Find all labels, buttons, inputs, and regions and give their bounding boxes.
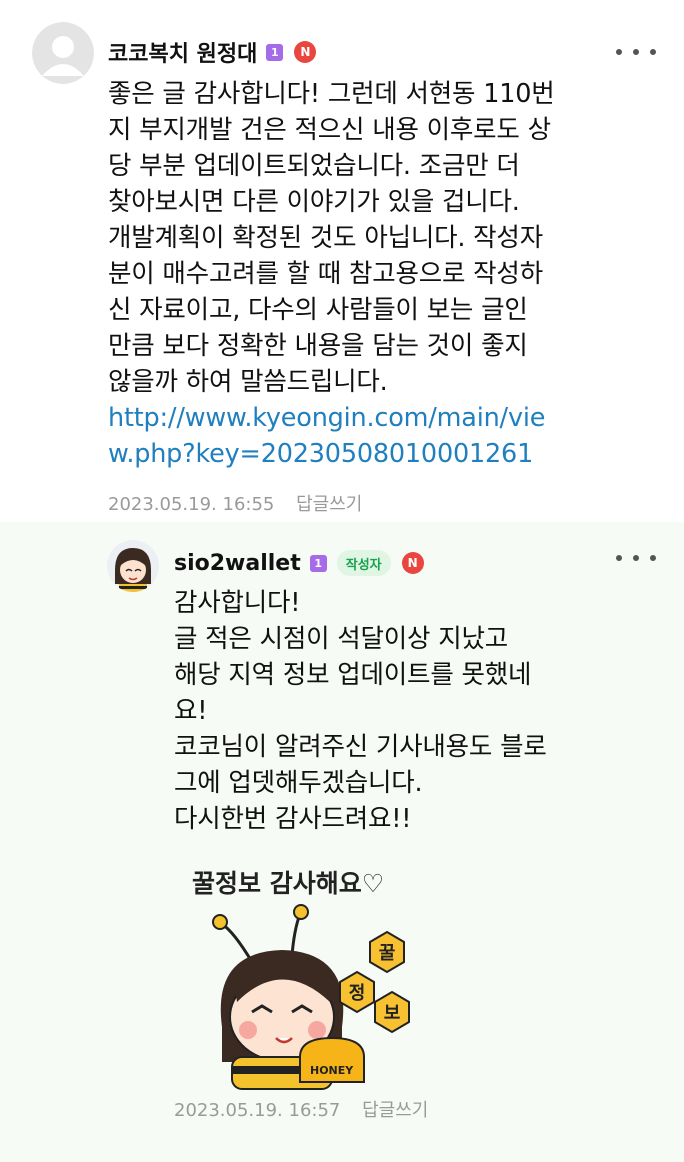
member-grade-badge: 1 xyxy=(309,554,327,572)
more-dots-icon xyxy=(616,49,622,55)
comment-text-line: 당 부분 업데이트되었습니다. 조금만 더 xyxy=(108,151,520,181)
reply-comment-item: sio2wallet 1 작성자 N 감사합니다! 글 적은 시점이 석달이상 … xyxy=(0,522,684,1162)
new-badge: N xyxy=(294,41,317,63)
comment-text-line: 글 적은 시점이 석달이상 지났고 xyxy=(174,624,509,654)
more-dots-icon xyxy=(633,555,639,561)
article-link[interactable]: http://www.kyeongin.com/main/vie xyxy=(108,400,668,436)
more-options-button[interactable] xyxy=(616,42,656,62)
comment-text-line: 그에 업뎃해두겠습니다. xyxy=(174,768,423,798)
comment-header: sio2wallet 1 작성자 N xyxy=(174,543,424,583)
more-dots-icon xyxy=(633,49,639,55)
more-dots-icon xyxy=(650,49,656,55)
bee-sticker-image: 꿀정보 감사해요♡ HONEY 꿀 정 보 xyxy=(192,869,410,1090)
comment-text-line: 코코님이 알려주신 기사내용도 블로 xyxy=(174,732,547,762)
comment-body: 감사합니다! 글 적은 시점이 석달이상 지났고 해당 지역 정보 업데이트를 … xyxy=(174,585,664,837)
comment-text-line: 만큼 보다 정확한 내용을 담는 것이 좋지 xyxy=(108,331,528,361)
reply-button[interactable]: 답글쓰기 xyxy=(362,1100,428,1121)
honey-pot-label: HONEY xyxy=(310,1064,354,1077)
comment-text-line: 감사합니다! xyxy=(174,588,301,618)
comment-text-line: 개발계획이 확정된 것도 아닙니다. 작성자 xyxy=(108,223,543,253)
author-nickname[interactable]: 코코복치 원정대 xyxy=(108,36,257,68)
new-badge: N xyxy=(401,552,424,574)
comment-meta: 2023.05.19. 16:57 답글쓰기 xyxy=(174,1096,428,1122)
sticker-caption: 꿀정보 감사해요♡ xyxy=(192,869,384,898)
honey-jar-char: 정 xyxy=(349,983,366,1004)
more-dots-icon xyxy=(650,555,656,561)
comment-text-line: 신 자료이고, 다수의 사람들이 보는 글인 xyxy=(108,295,528,325)
author-nickname[interactable]: sio2wallet xyxy=(174,551,301,576)
comment-item: 코코복치 원정대 1 N 좋은 글 감사합니다! 그런데 서현동 110번 지 … xyxy=(0,0,684,522)
comment-header: 코코복치 원정대 1 N xyxy=(108,32,317,72)
comment-text-line: 해당 지역 정보 업데이트를 못했네 xyxy=(174,660,532,690)
comment-text-line: 지 부지개발 건은 적으신 내용 이후로도 상 xyxy=(108,115,551,145)
writer-badge: 작성자 xyxy=(336,550,391,576)
bee-girl-avatar[interactable] xyxy=(107,540,159,592)
comment-body: 좋은 글 감사합니다! 그런데 서현동 110번 지 부지개발 건은 적으신 내… xyxy=(108,76,668,472)
comment-text-line: 요! xyxy=(174,696,208,726)
comment-text-line: 않을까 하여 말씀드립니다. xyxy=(108,367,388,397)
comment-meta: 2023.05.19. 16:55 답글쓰기 xyxy=(108,490,362,516)
honey-jar-char: 꿀 xyxy=(379,943,396,964)
comment-text-line: 분이 매수고려를 할 때 참고용으로 작성하 xyxy=(108,259,543,289)
article-link[interactable]: w.php?key=20230508010001261 xyxy=(108,436,668,472)
honey-jar-char: 보 xyxy=(384,1003,401,1024)
comment-text-line: 좋은 글 감사합니다! 그런데 서현동 110번 xyxy=(108,79,555,109)
more-options-button[interactable] xyxy=(616,548,656,568)
member-grade-badge: 1 xyxy=(266,43,284,61)
comment-timestamp: 2023.05.19. 16:55 xyxy=(108,494,275,515)
reply-button[interactable]: 답글쓰기 xyxy=(296,494,362,515)
comment-timestamp: 2023.05.19. 16:57 xyxy=(174,1100,341,1121)
more-dots-icon xyxy=(616,555,622,561)
comment-text-line: 찾아보시면 다른 이야기가 있을 겁니다. xyxy=(108,187,520,217)
default-avatar-icon[interactable] xyxy=(32,22,94,84)
comment-text-line: 다시한번 감사드려요!! xyxy=(174,804,412,834)
